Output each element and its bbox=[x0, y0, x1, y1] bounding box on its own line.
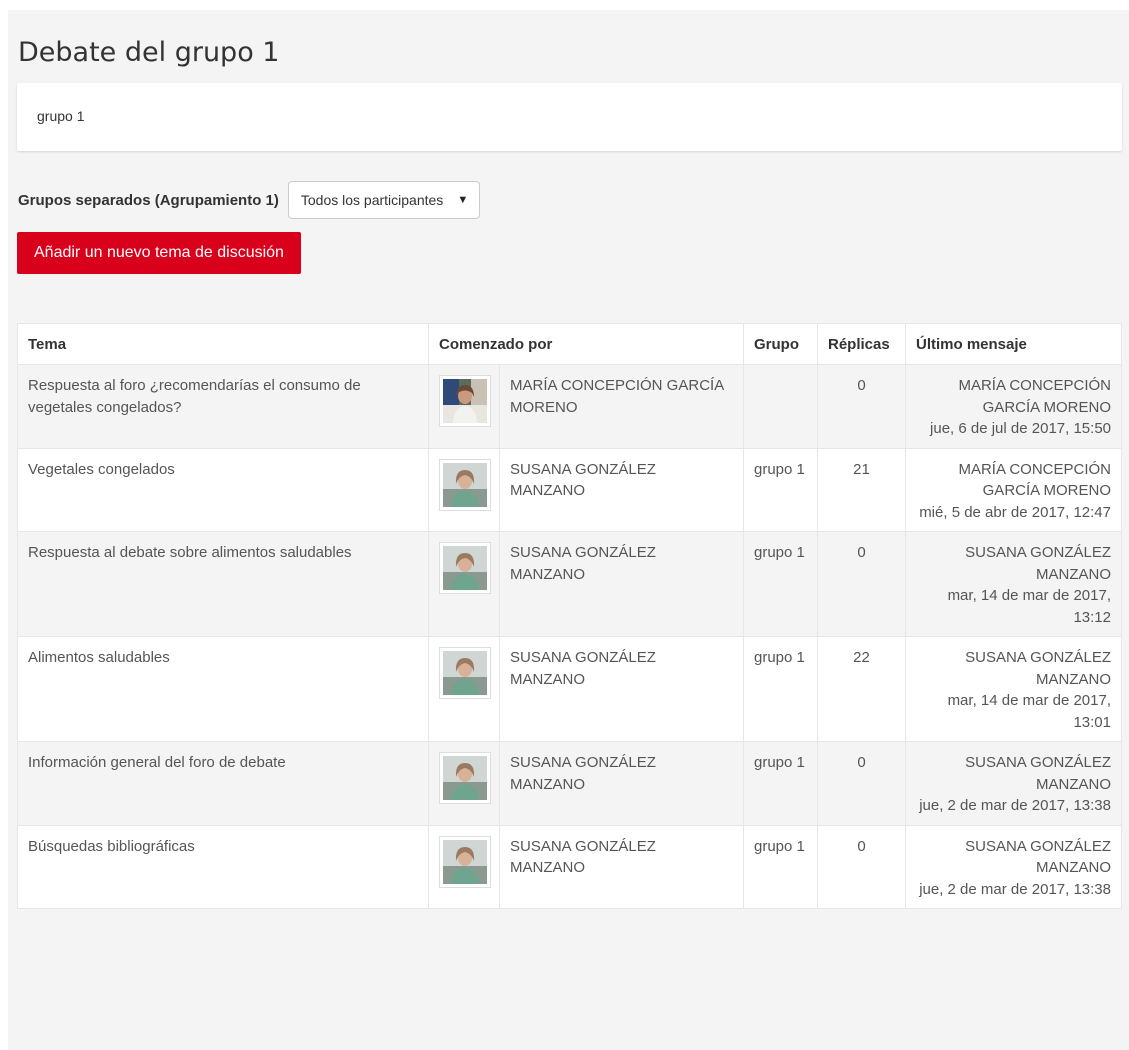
replies-cell: 0 bbox=[817, 824, 906, 909]
author-link[interactable]: SUSANA GONZÁLEZ MANZANO bbox=[510, 649, 656, 688]
header-started-by[interactable]: Comenzado por bbox=[428, 323, 744, 365]
replies-link[interactable]: 0 bbox=[857, 377, 865, 394]
topic-link[interactable]: Respuesta al foro ¿recomendarías el cons… bbox=[28, 377, 361, 416]
replies-link[interactable]: 0 bbox=[857, 544, 865, 561]
avatar-cell bbox=[428, 364, 500, 449]
topic-link[interactable]: Vegetales congelados bbox=[28, 461, 175, 478]
topic-cell: Búsquedas bibliográficas bbox=[17, 824, 429, 909]
last-post-cell: MARÍA CONCEPCIÓN GARCÍA MORENO mié, 5 de … bbox=[905, 447, 1122, 532]
user-avatar[interactable] bbox=[439, 752, 491, 804]
last-post-date-link[interactable]: mar, 14 de mar de 2017, 13:12 bbox=[948, 587, 1111, 626]
user-avatar[interactable] bbox=[439, 542, 491, 594]
table-row: Respuesta al foro ¿recomendarías el cons… bbox=[17, 364, 1122, 449]
replies-cell: 22 bbox=[817, 636, 906, 742]
last-post-author-link[interactable]: SUSANA GONZÁLEZ MANZANO bbox=[965, 649, 1111, 688]
group-cell: grupo 1 bbox=[743, 636, 818, 742]
topic-link[interactable]: Información general del foro de debate bbox=[28, 754, 286, 771]
replies-cell: 21 bbox=[817, 447, 906, 532]
group-selector-label: Grupos separados (Agrupamiento 1) bbox=[18, 191, 279, 209]
replies-link[interactable]: 0 bbox=[857, 838, 865, 855]
last-post-author-link[interactable]: MARÍA CONCEPCIÓN GARCÍA MORENO bbox=[958, 461, 1111, 500]
table-row: Información general del foro de debate SU… bbox=[17, 741, 1122, 826]
header-replies[interactable]: Réplicas bbox=[817, 323, 906, 365]
replies-cell: 0 bbox=[817, 741, 906, 826]
header-last-post[interactable]: Último mensaje bbox=[905, 323, 1122, 365]
avatar-cell bbox=[428, 636, 500, 742]
author-cell: MARÍA CONCEPCIÓN GARCÍA MORENO bbox=[499, 364, 744, 449]
replies-link[interactable]: 0 bbox=[857, 754, 865, 771]
group-select-value: Todos los participantes bbox=[300, 192, 444, 208]
topic-link[interactable]: Respuesta al debate sobre alimentos salu… bbox=[28, 544, 352, 561]
last-post-author-link[interactable]: SUSANA GONZÁLEZ MANZANO bbox=[965, 838, 1111, 877]
author-link[interactable]: SUSANA GONZÁLEZ MANZANO bbox=[510, 544, 656, 583]
author-link[interactable]: SUSANA GONZÁLEZ MANZANO bbox=[510, 461, 656, 500]
author-cell: SUSANA GONZÁLEZ MANZANO bbox=[499, 824, 744, 909]
header-topic[interactable]: Tema bbox=[17, 323, 429, 365]
last-post-cell: MARÍA CONCEPCIÓN GARCÍA MORENO jue, 6 de … bbox=[905, 364, 1122, 449]
user-avatar[interactable] bbox=[439, 835, 491, 888]
group-cell: grupo 1 bbox=[743, 824, 818, 909]
author-cell: SUSANA GONZÁLEZ MANZANO bbox=[499, 741, 744, 826]
topic-cell: Respuesta al debate sobre alimentos salu… bbox=[17, 531, 429, 637]
last-post-date-link[interactable]: jue, 6 de jul de 2017, 15:50 bbox=[930, 420, 1111, 437]
group-cell bbox=[743, 364, 818, 449]
group-cell: grupo 1 bbox=[743, 741, 818, 826]
avatar-cell bbox=[428, 824, 500, 909]
table-row: Búsquedas bibliográficas SUSANA GONZÁLEZ … bbox=[17, 824, 1122, 909]
last-post-author-link[interactable]: SUSANA GONZÁLEZ MANZANO bbox=[965, 544, 1111, 583]
group-cell: grupo 1 bbox=[743, 531, 818, 637]
table-header-row: Tema Comenzado por Grupo Réplicas Último… bbox=[17, 323, 1122, 365]
avatar-cell bbox=[428, 741, 500, 826]
author-cell: SUSANA GONZÁLEZ MANZANO bbox=[499, 447, 744, 532]
last-post-date-link[interactable]: jue, 2 de mar de 2017, 13:38 bbox=[919, 797, 1111, 814]
user-avatar[interactable] bbox=[439, 375, 491, 427]
page-title: Debate del grupo 1 bbox=[18, 37, 280, 68]
last-post-author-link[interactable]: MARÍA CONCEPCIÓN GARCÍA MORENO bbox=[958, 377, 1111, 416]
last-post-cell: SUSANA GONZÁLEZ MANZANO jue, 2 de mar de … bbox=[905, 824, 1122, 909]
replies-cell: 0 bbox=[817, 531, 906, 637]
last-post-date-link[interactable]: mar, 14 de mar de 2017, 13:01 bbox=[948, 692, 1111, 731]
author-cell: SUSANA GONZÁLEZ MANZANO bbox=[499, 531, 744, 637]
table-row: Respuesta al debate sobre alimentos salu… bbox=[17, 531, 1122, 637]
author-cell: SUSANA GONZÁLEZ MANZANO bbox=[499, 636, 744, 742]
topic-cell: Vegetales congelados bbox=[17, 447, 429, 532]
forum-intro-box: grupo 1 bbox=[17, 83, 1122, 151]
group-select[interactable]: Todos los participantes ▼ bbox=[287, 181, 481, 219]
caret-down-icon: ▼ bbox=[457, 194, 469, 206]
avatar-cell bbox=[428, 447, 500, 532]
user-avatar[interactable] bbox=[439, 458, 491, 511]
topic-cell: Alimentos saludables bbox=[17, 636, 429, 742]
add-discussion-button[interactable]: Añadir un nuevo tema de discusión bbox=[17, 232, 301, 274]
group-cell: grupo 1 bbox=[743, 447, 818, 532]
table-row: Alimentos saludables SUSANA GONZÁLEZ MANZ… bbox=[17, 636, 1122, 742]
discussion-table: Tema Comenzado por Grupo Réplicas Último… bbox=[17, 323, 1122, 909]
table-row: Vegetales congelados SUSANA GONZÁLEZ MANZ… bbox=[17, 447, 1122, 532]
last-post-cell: SUSANA GONZÁLEZ MANZANO mar, 14 de mar de… bbox=[905, 531, 1122, 637]
forum-intro-text: grupo 1 bbox=[37, 108, 85, 124]
last-post-date-link[interactable]: mié, 5 de abr de 2017, 12:47 bbox=[919, 504, 1111, 521]
replies-cell: 0 bbox=[817, 364, 906, 449]
replies-link[interactable]: 21 bbox=[853, 461, 870, 478]
forum-page: Debate del grupo 1 grupo 1 Grupos separa… bbox=[8, 10, 1129, 1050]
last-post-date-link[interactable]: jue, 2 de mar de 2017, 13:38 bbox=[919, 881, 1111, 898]
last-post-cell: SUSANA GONZÁLEZ MANZANO jue, 2 de mar de … bbox=[905, 741, 1122, 826]
header-group[interactable]: Grupo bbox=[743, 323, 818, 365]
topic-link[interactable]: Alimentos saludables bbox=[28, 649, 170, 666]
replies-link[interactable]: 22 bbox=[853, 649, 870, 666]
user-avatar[interactable] bbox=[439, 647, 491, 699]
topic-cell: Información general del foro de debate bbox=[17, 741, 429, 826]
group-selector-bar: Grupos separados (Agrupamiento 1) Todos … bbox=[18, 180, 481, 220]
avatar-cell bbox=[428, 531, 500, 637]
author-link[interactable]: SUSANA GONZÁLEZ MANZANO bbox=[510, 838, 656, 877]
last-post-author-link[interactable]: SUSANA GONZÁLEZ MANZANO bbox=[965, 754, 1111, 793]
discussion-list: Respuesta al foro ¿recomendarías el cons… bbox=[17, 364, 1122, 909]
author-link[interactable]: MARÍA CONCEPCIÓN GARCÍA MORENO bbox=[510, 377, 723, 416]
author-link[interactable]: SUSANA GONZÁLEZ MANZANO bbox=[510, 754, 656, 793]
topic-cell: Respuesta al foro ¿recomendarías el cons… bbox=[17, 364, 429, 449]
last-post-cell: SUSANA GONZÁLEZ MANZANO mar, 14 de mar de… bbox=[905, 636, 1122, 742]
topic-link[interactable]: Búsquedas bibliográficas bbox=[28, 838, 195, 855]
